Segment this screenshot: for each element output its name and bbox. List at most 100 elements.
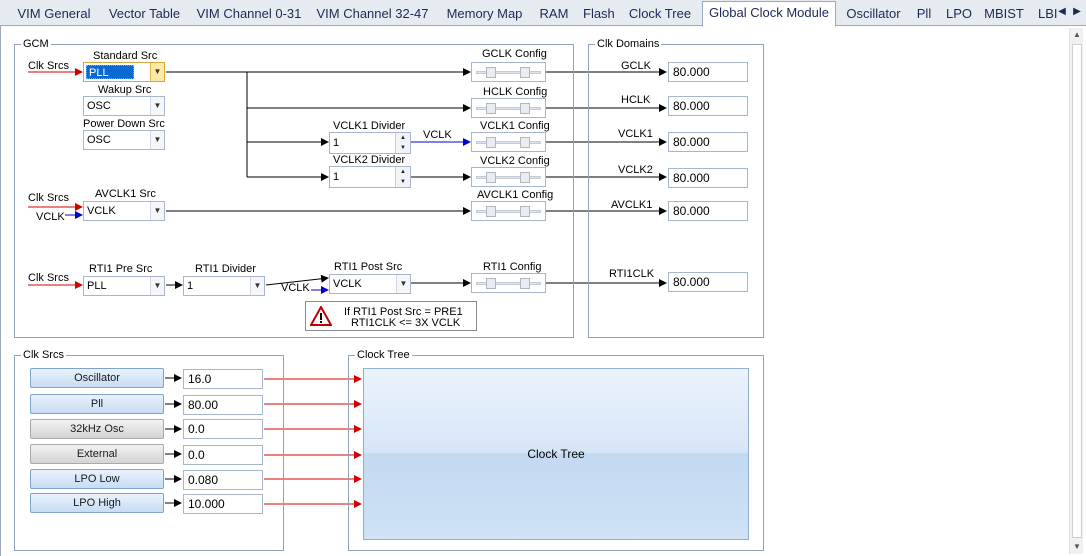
- scroll-down-icon[interactable]: ▼: [1070, 540, 1084, 554]
- oscillator-button[interactable]: Oscillator: [30, 368, 164, 388]
- vclk2-divider-spinner[interactable]: 1 ▲ ▼: [329, 166, 411, 188]
- gclk-config-slider[interactable]: [471, 62, 546, 82]
- rti-warning-box: If RTI1 Post Src = PRE1 RTI1CLK <= 3X VC…: [305, 301, 477, 331]
- 32khz-osc-freq-field[interactable]: 0.0: [183, 419, 263, 439]
- vertical-scrollbar[interactable]: ▲ ▼: [1069, 28, 1083, 554]
- rti-vclk-label: VCLK: [281, 282, 310, 294]
- vclk1-divider-spinner[interactable]: 1 ▲ ▼: [329, 132, 411, 154]
- spin-up-icon[interactable]: ▲: [395, 167, 410, 177]
- clk-domains-group: Clk Domains: [588, 37, 764, 338]
- gclk-config-label: GCLK Config: [482, 48, 547, 60]
- chevron-down-icon[interactable]: ▼: [150, 97, 164, 115]
- rti1-divider-label: RTI1 Divider: [195, 263, 256, 275]
- rti1-pre-src-value: PLL: [87, 280, 107, 292]
- rti1-post-src-label: RTI1 Post Src: [334, 261, 403, 273]
- avclk1-src-value: VCLK: [87, 205, 116, 217]
- power-down-src-select[interactable]: OSC ▼: [83, 130, 165, 150]
- tab-ram[interactable]: RAM: [536, 2, 572, 26]
- avclk1-src-label: AVCLK1 Src: [95, 188, 156, 200]
- vclk1-config-slider[interactable]: [471, 132, 546, 152]
- gcm-group-title: GCM: [21, 37, 51, 51]
- rti1-divider-select[interactable]: 1 ▼: [183, 276, 265, 296]
- hclk-domain-label: HCLK: [621, 94, 651, 106]
- chevron-down-icon[interactable]: ▼: [150, 131, 164, 149]
- clk-domains-title: Clk Domains: [595, 37, 662, 51]
- rti-clk-srcs-label: Clk Srcs: [28, 272, 69, 284]
- chevron-down-icon[interactable]: ▼: [150, 63, 164, 81]
- clock-tree-button[interactable]: Clock Tree: [363, 368, 749, 540]
- standard-src-select[interactable]: PLL ▼: [83, 62, 165, 82]
- oscillator-freq-field[interactable]: 16.0: [183, 369, 263, 389]
- tab-scroll-left-icon[interactable]: ◀: [1055, 5, 1069, 19]
- rti1-divider-value: 1: [187, 280, 194, 292]
- avclk1-domain-value: 80.000: [668, 201, 748, 221]
- tab-vim-channel-32-47[interactable]: VIM Channel 32-47: [313, 2, 432, 26]
- lpo-low-button[interactable]: LPO Low: [30, 469, 164, 489]
- standard-src-value: PLL: [86, 65, 134, 79]
- wakeup-src-select[interactable]: OSC ▼: [83, 96, 165, 116]
- rti1-pre-src-select[interactable]: PLL ▼: [83, 276, 165, 296]
- rti1clk-domain-label: RTI1CLK: [609, 268, 655, 280]
- hclk-config-slider[interactable]: [471, 98, 546, 118]
- vclk1-divider-value: 1: [333, 137, 340, 149]
- tab-pll[interactable]: Pll: [913, 2, 935, 26]
- lpo-high-button[interactable]: LPO High: [30, 493, 164, 513]
- 32khz-osc-button[interactable]: 32kHz Osc: [30, 419, 164, 439]
- tab-memory-map[interactable]: Memory Map: [440, 2, 529, 26]
- external-button[interactable]: External: [30, 444, 164, 464]
- gclk-domain-value: 80.000: [668, 62, 748, 82]
- tab-vim-general[interactable]: VIM General: [14, 2, 94, 26]
- tab-global-clock-module[interactable]: Global Clock Module: [702, 1, 836, 27]
- rti1-pre-src-label: RTI1 Pre Src: [89, 263, 153, 275]
- chevron-down-icon[interactable]: ▼: [396, 275, 410, 293]
- clock-tree-button-label: Clock Tree: [527, 447, 585, 461]
- pll-freq-field[interactable]: 80.00: [183, 395, 263, 415]
- vclk2-domain-value: 80.000: [668, 168, 748, 188]
- vclk2-config-slider[interactable]: [471, 167, 546, 187]
- hclk-domain-value: 80.000: [668, 96, 748, 116]
- rti1-post-src-value: VCLK: [333, 278, 362, 290]
- tab-flash[interactable]: Flash: [580, 2, 617, 26]
- tab-vim-channel-0-31[interactable]: VIM Channel 0-31: [193, 2, 305, 26]
- avclk1-config-slider[interactable]: [471, 201, 546, 221]
- tab-mbist[interactable]: MBIST: [981, 2, 1027, 26]
- tab-scroll-right-icon[interactable]: ▶: [1070, 5, 1084, 19]
- external-freq-field[interactable]: 0.0: [183, 445, 263, 465]
- scroll-up-icon[interactable]: ▲: [1070, 28, 1084, 42]
- rti-warning-line2: RTI1CLK <= 3X VCLK: [351, 317, 461, 329]
- chevron-down-icon[interactable]: ▼: [250, 277, 264, 295]
- tab-lpo[interactable]: LPO: [943, 2, 973, 26]
- vclk1-domain-label: VCLK1: [618, 128, 653, 140]
- tab-oscillator[interactable]: Oscillator: [842, 2, 905, 26]
- tab-bar: VIM General Vector Table VIM Channel 0-3…: [0, 0, 1086, 27]
- chevron-down-icon[interactable]: ▼: [150, 202, 164, 220]
- warning-icon: [310, 306, 332, 326]
- chevron-down-icon[interactable]: ▼: [150, 277, 164, 295]
- avclk1-vclk-label: VCLK: [36, 211, 65, 223]
- spin-down-icon[interactable]: ▼: [395, 177, 410, 187]
- rti1-config-slider[interactable]: [471, 273, 546, 293]
- clock-tree-title: Clock Tree: [355, 348, 412, 362]
- pll-button[interactable]: Pll: [30, 394, 164, 414]
- avclk1-clk-srcs-label: Clk Srcs: [28, 192, 69, 204]
- lpo-low-freq-field[interactable]: 0.080: [183, 470, 263, 490]
- tab-vector-table[interactable]: Vector Table: [103, 2, 186, 26]
- power-down-src-value: OSC: [87, 134, 111, 146]
- tab-clock-tree[interactable]: Clock Tree: [625, 2, 695, 26]
- vclk1-domain-value: 80.000: [668, 132, 748, 152]
- gcm-clk-srcs-label: Clk Srcs: [28, 60, 69, 72]
- clk-srcs-title: Clk Srcs: [21, 348, 66, 362]
- vclk2-domain-label: VCLK2: [618, 164, 653, 176]
- rti1-post-src-select[interactable]: VCLK ▼: [329, 274, 411, 294]
- spin-up-icon[interactable]: ▲: [395, 133, 410, 143]
- vclk2-divider-value: 1: [333, 171, 340, 183]
- wakeup-src-value: OSC: [87, 100, 111, 112]
- avclk1-src-select[interactable]: VCLK ▼: [83, 201, 165, 221]
- global-clock-module-panel: GCM Clk Srcs Standard Src PLL ▼ Wakup Sr…: [0, 26, 1086, 556]
- scrollbar-thumb[interactable]: [1072, 44, 1082, 538]
- lpo-high-freq-field[interactable]: 10.000: [183, 494, 263, 514]
- spin-down-icon[interactable]: ▼: [395, 143, 410, 153]
- gclk-domain-label: GCLK: [621, 60, 651, 72]
- vclk-signal-label: VCLK: [423, 129, 452, 141]
- avclk1-domain-label: AVCLK1: [611, 199, 653, 211]
